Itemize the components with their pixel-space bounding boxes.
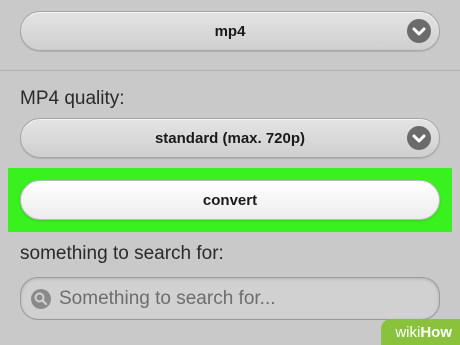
search-input[interactable] [59,278,427,319]
mp4-quality-label: MP4 quality: [20,88,125,109]
quality-select-value: standard (max. 720p) [154,129,306,147]
quality-select[interactable]: standard (max. 720p) [20,118,440,158]
format-select-value: mp4 [214,22,246,40]
watermark-wiki: wiki [395,323,421,341]
search-field[interactable] [20,277,440,320]
format-select[interactable]: mp4 [20,11,440,51]
convert-button[interactable]: convert [20,180,440,220]
watermark-how: How [420,323,452,341]
chevron-down-icon [407,126,431,150]
search-label: something to search for: [20,243,224,264]
divider [0,70,460,71]
search-icon [31,288,51,309]
chevron-down-icon [407,19,431,43]
wikihow-watermark: wiki How [381,319,460,345]
